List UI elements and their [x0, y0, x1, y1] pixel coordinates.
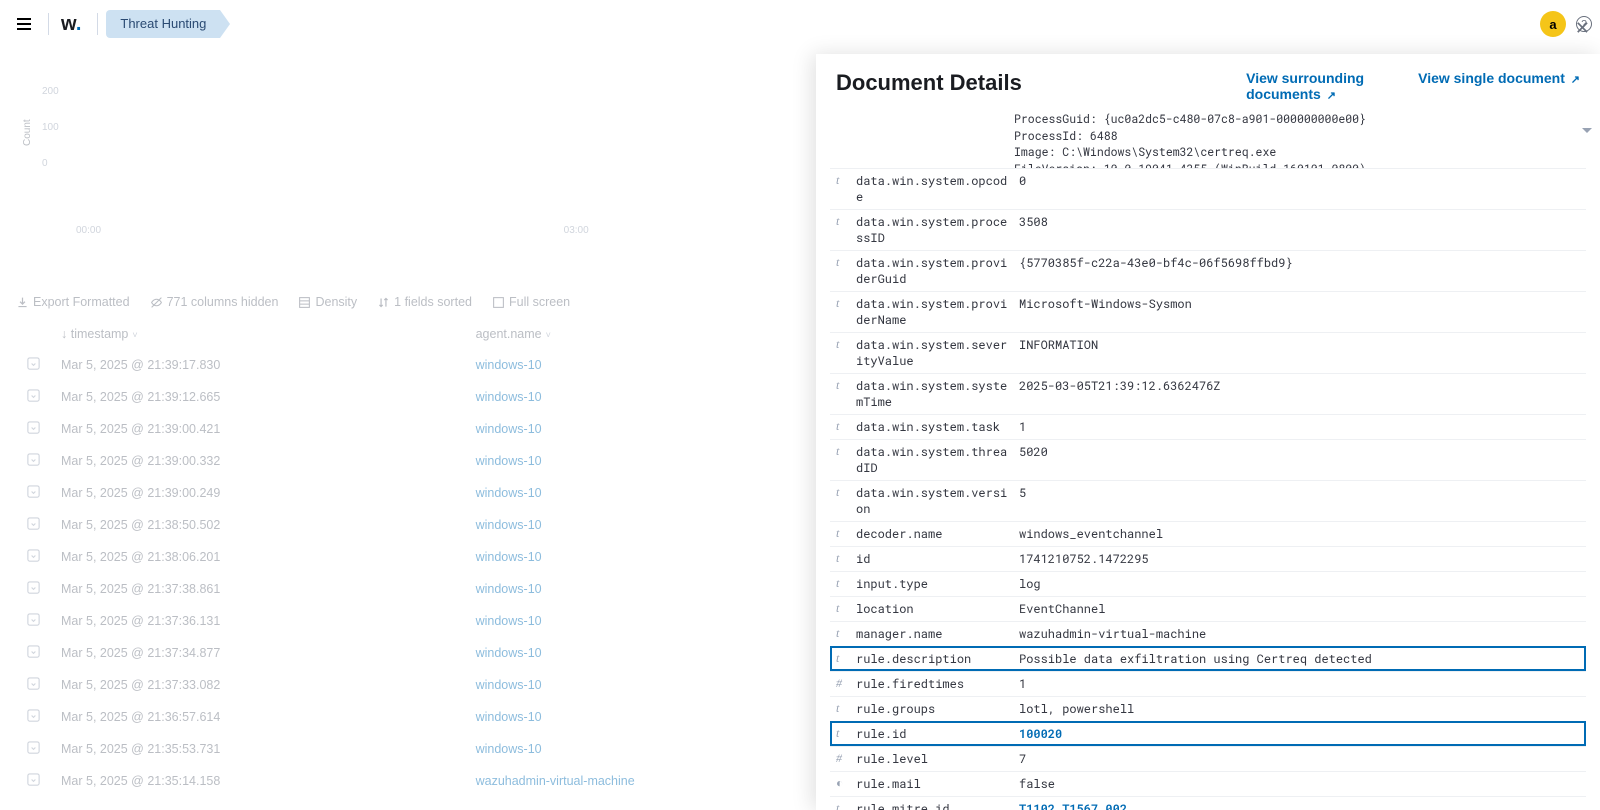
field-value: log: [1019, 576, 1580, 592]
field-value: INFORMATION: [1019, 337, 1580, 353]
field-type-icon: #: [836, 676, 850, 691]
field-key: location: [856, 601, 1019, 617]
field-type-icon: t: [836, 651, 850, 666]
brand-logo: w.: [61, 13, 81, 36]
field-key: data.win.system.systemTime: [856, 378, 1019, 410]
field-key: manager.name: [856, 626, 1019, 642]
field-key: data.win.system.providerGuid: [856, 255, 1019, 287]
field-value: {5770385f-c22a-43e0-bf4c-06f5698ffbd9}: [1019, 255, 1580, 271]
field-type-icon: t: [836, 255, 850, 270]
external-icon: ↗: [1571, 74, 1580, 86]
field-key: rule.mail: [856, 776, 1019, 792]
field-key: data.win.system.severityValue: [856, 337, 1019, 369]
field-value: 1741210752.1472295: [1019, 551, 1580, 567]
field-type-icon: t: [836, 576, 850, 591]
field-value[interactable]: T1102 T1567.002: [1019, 801, 1580, 810]
field-key: data.win.system.threadID: [856, 444, 1019, 476]
field-type-icon: t: [836, 444, 850, 459]
field-value: Possible data exfiltration using Certreq…: [1019, 651, 1580, 667]
divider: [48, 13, 49, 35]
external-icon: ↗: [1327, 90, 1336, 102]
avatar[interactable]: a: [1540, 11, 1566, 37]
field-list[interactable]: t data.win.system.opcode0 t data.win.system…: [816, 168, 1600, 810]
field-type-icon: t: [836, 526, 850, 541]
field-type-icon: t: [836, 601, 850, 616]
field-row[interactable]: t data.win.system.threadID5020: [830, 439, 1586, 480]
field-row[interactable]: t data.win.system.version5: [830, 480, 1586, 521]
field-value: EventChannel: [1019, 601, 1580, 617]
field-key: decoder.name: [856, 526, 1019, 542]
field-key: data.win.system.providerName: [856, 296, 1019, 328]
field-key: rule.level: [856, 751, 1019, 767]
field-row[interactable]: t data.win.system.providerNameMicrosoft-W…: [830, 291, 1586, 332]
field-key: rule.id: [856, 726, 1019, 742]
field-type-icon: t: [836, 626, 850, 641]
field-row[interactable]: t rule.descriptionPossible data exfiltrat…: [830, 646, 1586, 671]
breadcrumb-threat-hunting[interactable]: Threat Hunting: [106, 10, 220, 38]
document-details-flyout: ✕ Document Details View surrounding docu…: [816, 54, 1600, 810]
flyout-title: Document Details: [836, 70, 1022, 96]
field-row[interactable]: t data.win.system.systemTime2025-03-05T21…: [830, 373, 1586, 414]
field-key: data.win.system.opcode: [856, 173, 1019, 205]
field-value: false: [1019, 776, 1580, 792]
field-value: lotl, powershell: [1019, 701, 1580, 717]
field-row[interactable]: # rule.level7: [830, 746, 1586, 771]
field-type-icon: t: [836, 551, 850, 566]
divider: [97, 13, 98, 35]
field-key: data.win.system.version: [856, 485, 1019, 517]
view-single-link[interactable]: View single document ↗: [1418, 70, 1580, 102]
view-surrounding-link[interactable]: View surrounding documents ↗: [1246, 70, 1386, 102]
field-type-icon: t: [836, 726, 850, 741]
field-row[interactable]: t rule.mitre.idT1102 T1567.002: [830, 796, 1586, 810]
field-row[interactable]: t rule.id100020: [830, 721, 1586, 746]
field-row[interactable]: t manager.namewazuhadmin-virtual-machine: [830, 621, 1586, 646]
field-value: 3508: [1019, 214, 1580, 230]
field-row[interactable]: t input.typelog: [830, 571, 1586, 596]
field-value: 5020: [1019, 444, 1580, 460]
field-key: rule.groups: [856, 701, 1019, 717]
field-row[interactable]: t rule.groupslotl, powershell: [830, 696, 1586, 721]
field-key: data.win.system.processID: [856, 214, 1019, 246]
field-value: wazuhadmin-virtual-machine: [1019, 626, 1580, 642]
field-type-icon: t: [836, 296, 850, 311]
field-row[interactable]: tid1741210752.1472295: [830, 546, 1586, 571]
field-type-icon: t: [836, 378, 850, 393]
field-row[interactable]: t data.win.system.processID3508: [830, 209, 1586, 250]
field-row[interactable]: t data.win.system.task1: [830, 414, 1586, 439]
menu-toggle-button[interactable]: [8, 8, 40, 40]
field-type-icon: t: [836, 801, 850, 810]
field-key: rule.description: [856, 651, 1019, 667]
field-key: input.type: [856, 576, 1019, 592]
field-value: 1: [1019, 676, 1580, 692]
field-value: 5: [1019, 485, 1580, 501]
field-type-icon: t: [836, 214, 850, 229]
field-row[interactable]: t data.win.system.opcode0: [830, 168, 1586, 209]
field-type-icon: #: [836, 751, 850, 766]
field-value: 2025-03-05T21:39:12.6362476Z: [1019, 378, 1580, 394]
field-row[interactable]: ◐ rule.mailfalse: [830, 771, 1586, 796]
field-value: Microsoft-Windows-Sysmon: [1019, 296, 1580, 312]
field-row[interactable]: t locationEventChannel: [830, 596, 1586, 621]
field-value: 7: [1019, 751, 1580, 767]
field-type-icon: t: [836, 701, 850, 716]
field-row[interactable]: t data.win.system.severityValueINFORMATIO…: [830, 332, 1586, 373]
close-icon[interactable]: ✕: [1575, 18, 1590, 39]
field-type-icon: ◐: [836, 776, 850, 791]
field-type-icon: t: [836, 419, 850, 434]
field-type-icon: t: [836, 173, 850, 188]
field-key: data.win.system.task: [856, 419, 1019, 435]
field-value: 1: [1019, 419, 1580, 435]
field-key: rule.mitre.id: [856, 801, 1019, 810]
field-value: 0: [1019, 173, 1580, 189]
field-type-icon: t: [836, 485, 850, 500]
field-key: id: [856, 551, 1019, 567]
field-type-icon: t: [836, 337, 850, 352]
field-row[interactable]: t decoder.namewindows_eventchannel: [830, 521, 1586, 546]
field-value: windows_eventchannel: [1019, 526, 1580, 542]
field-value[interactable]: 100020: [1019, 726, 1580, 742]
field-row[interactable]: # rule.firedtimes1: [830, 671, 1586, 696]
field-row[interactable]: t data.win.system.providerGuid{5770385f-c…: [830, 250, 1586, 291]
message-preview[interactable]: ProcessGuid: {uc0a2dc5-c480-07c8-a901-00…: [816, 110, 1600, 168]
field-key: rule.firedtimes: [856, 676, 1019, 692]
